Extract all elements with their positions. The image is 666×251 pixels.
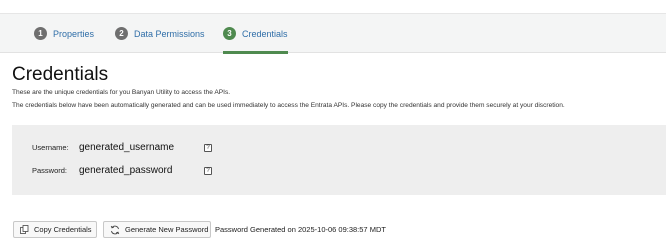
password-label: Password: bbox=[32, 166, 68, 175]
wizard-tab-bar: 1 Properties 2 Data Permissions 3 Creden… bbox=[0, 13, 666, 54]
generate-new-password-button[interactable]: Generate New Password bbox=[103, 221, 211, 238]
description-line: These are the unique credentials for you… bbox=[12, 89, 231, 96]
tab-label: Properties bbox=[53, 28, 95, 39]
tab-label: Credentials bbox=[242, 28, 288, 39]
active-tab-indicator bbox=[223, 51, 288, 54]
refresh-icon bbox=[110, 225, 120, 235]
credentials-panel: Username: generated_username ? Password:… bbox=[12, 125, 666, 195]
generate-new-password-label: Generate New Password bbox=[125, 225, 209, 234]
step-number-badge: 1 bbox=[34, 27, 47, 40]
copy-credentials-label: Copy Credentials bbox=[34, 225, 92, 234]
username-value: generated_username bbox=[79, 142, 175, 153]
tab-label: Data Permissions bbox=[134, 28, 205, 39]
step-number-badge: 3 bbox=[223, 27, 236, 40]
tab-data-permissions[interactable]: 2 Data Permissions bbox=[115, 14, 205, 53]
password-generated-status: Password Generated on 2025-10-06 09:38:5… bbox=[215, 225, 386, 234]
description-line: The credentials below have been automati… bbox=[12, 102, 565, 109]
page-title: Credentials bbox=[12, 64, 109, 85]
copy-password-icon[interactable]: ? bbox=[204, 167, 212, 175]
password-value: generated_password bbox=[79, 165, 173, 176]
copy-username-icon[interactable]: ? bbox=[204, 144, 212, 152]
copy-icon bbox=[20, 225, 29, 234]
username-label: Username: bbox=[32, 143, 69, 152]
tab-credentials[interactable]: 3 Credentials bbox=[223, 14, 288, 54]
copy-credentials-button[interactable]: Copy Credentials bbox=[13, 221, 97, 238]
tab-properties[interactable]: 1 Properties bbox=[34, 14, 94, 53]
step-number-badge: 2 bbox=[115, 27, 128, 40]
